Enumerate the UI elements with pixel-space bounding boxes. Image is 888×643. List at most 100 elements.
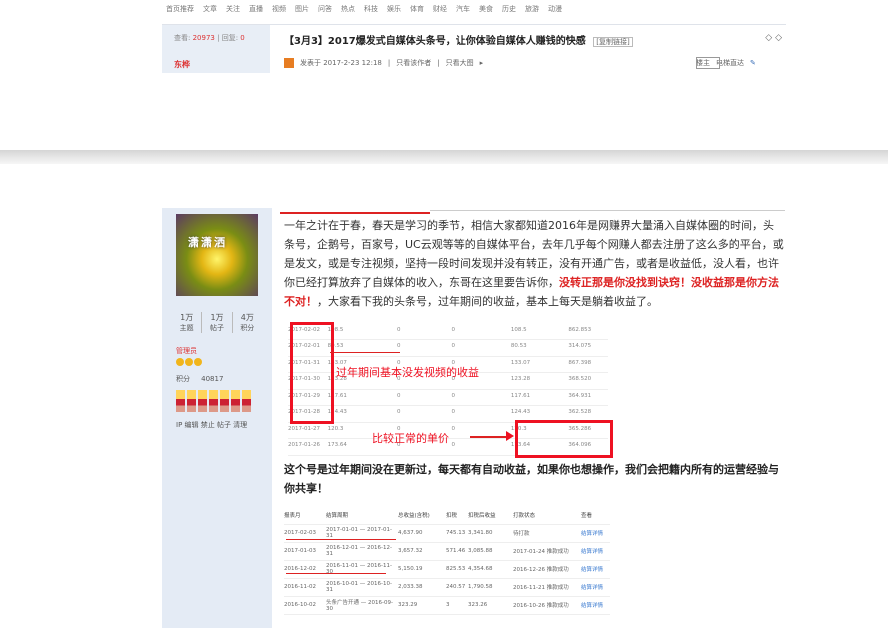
table-cell: 124.43 <box>510 409 531 415</box>
nav-item[interactable]: 科技 <box>364 4 378 18</box>
author-name[interactable]: 东桦 <box>174 59 190 70</box>
nav-item[interactable]: 关注 <box>226 4 240 18</box>
nav-item[interactable]: 历史 <box>502 4 516 18</box>
table-cell: 5,150.19 <box>398 566 423 572</box>
user-sidebar: 潇潇洒 1万 主题 1万 帖子 4万 积分 管理员 积分 40817 IP 编辑 禁止… <box>162 208 272 628</box>
table-cell: 1,790.58 <box>468 584 493 590</box>
table-cell: 364.931 <box>568 392 592 399</box>
table-cell: 2016-12-01 — 2016-12-31 <box>326 545 392 557</box>
table-row: 2016-12-02 2016-11-01 — 2016-11-30 5,150.1… <box>284 560 610 579</box>
table-cell: 2016-11-21 推款成功 <box>513 585 569 591</box>
thread-title: 【3月3】2017爆发式自媒体头条号，让你体验自媒体人赚钱的快感 [复制链接] <box>284 32 633 47</box>
only-author-link[interactable]: 只看该作者 <box>396 58 431 68</box>
prev-next-arrows-icon[interactable]: ◇ ◇ <box>765 33 782 43</box>
red-highlight-box <box>290 322 334 424</box>
table-cell: 323.29 <box>398 602 418 608</box>
user-group[interactable]: 管理员 <box>176 346 197 356</box>
table-cell: 368.520 <box>568 376 592 382</box>
table-cell: 0 <box>396 409 401 415</box>
table-cell: 3 <box>446 602 450 608</box>
table-cell: 133.07 <box>510 359 531 366</box>
views-count: 20973 <box>192 34 215 42</box>
table-cell: 4,354.68 <box>468 566 493 572</box>
avatar-text: 潇潇洒 <box>188 236 227 249</box>
table-cell: 0 <box>451 343 455 349</box>
table-cell: 571.46 <box>446 548 466 554</box>
table-row: 2016-11-02 2016-10-01 — 2016-10-31 2,033.3… <box>284 578 610 597</box>
nav-item[interactable]: 娱乐 <box>387 4 401 18</box>
table-cell: 314.075 <box>568 343 592 349</box>
nav-item[interactable]: 体育 <box>410 4 424 18</box>
details-link[interactable]: 结算详情 <box>581 529 609 537</box>
copy-link-button[interactable]: [复制链接] <box>593 37 633 47</box>
avatar[interactable]: 潇潇洒 <box>176 214 258 296</box>
table-cell: 扣税 <box>446 513 458 519</box>
table-cell: 124.43 <box>327 409 347 415</box>
table-cell: 2017-01-27 <box>288 425 320 432</box>
nav-item[interactable]: 直播 <box>249 4 263 18</box>
moderation-links[interactable]: IP 编辑 禁止 帖子 清理 <box>176 420 247 430</box>
pencil-icon[interactable]: ✎ <box>750 59 756 67</box>
table-cell: 0 <box>396 392 401 399</box>
underline-mark <box>286 539 396 540</box>
table-cell: 查看 <box>581 513 593 519</box>
table-row: 2017-02-03 2017-01-01 — 2017-01-31 4,637.9… <box>284 524 610 543</box>
nav-item[interactable]: 视频 <box>272 4 286 18</box>
details-link[interactable]: 结算详情 <box>581 583 609 591</box>
replies-label: 回复: <box>221 34 239 42</box>
table-header: 报表月 结算周期 总收益(含税) 扣税 扣税后收益 打款状态 查看 <box>284 506 610 525</box>
table-cell: 867.398 <box>568 359 592 366</box>
post-meta: 发表于 2017-2-23 12:18 | 只看该作者 | 只看大图 ▸ 楼主 … <box>284 57 756 69</box>
nav-item[interactable]: 图片 <box>295 4 309 18</box>
table-row: 2017-01-03 2016-12-01 — 2016-12-31 3,657.3… <box>284 542 610 561</box>
table-cell: 打款状态 <box>513 513 536 519</box>
underline-mark <box>280 212 430 214</box>
thread-title-text: 【3月3】2017爆发式自媒体头条号，让你体验自媒体人赚钱的快感 <box>284 36 586 47</box>
details-link[interactable]: 结算详情 <box>581 601 609 609</box>
goto-floor-input[interactable] <box>696 57 720 69</box>
annotation-arrow <box>470 436 510 438</box>
table-cell: 0 <box>451 442 455 448</box>
nav-item[interactable]: 美食 <box>479 4 493 18</box>
annotation-normal-price: 比较正常的单价 <box>372 432 449 445</box>
table-cell: 80.53 <box>510 343 527 349</box>
table-cell: 362.528 <box>568 409 592 415</box>
table-cell: 0 <box>396 326 401 333</box>
nav-item[interactable]: 财经 <box>433 4 447 18</box>
nav-item[interactable]: 汽车 <box>456 4 470 18</box>
table-cell: 0 <box>451 409 455 415</box>
table-cell: 117.61 <box>327 392 347 399</box>
separator: | <box>387 59 391 67</box>
table-cell: 3,657.32 <box>398 548 423 554</box>
nav-item[interactable]: 首页推荐 <box>166 4 194 18</box>
table-row: 2016-10-02 头条广告开通 — 2016-09-30 323.29 3 323.… <box>284 596 610 615</box>
nav-item[interactable]: 热点 <box>341 4 355 18</box>
posts-count[interactable]: 1万 帖子 <box>202 312 233 333</box>
goto-floor-label: 电梯直达 <box>716 59 744 67</box>
table-cell: 2016-10-02 <box>284 602 316 608</box>
post-header-bar: 查看: 20973 | 回复: 0 东桦 【3月3】2017爆发式自媒体头条号，… <box>162 24 786 75</box>
floor-controls: 楼主 电梯直达 ✎ <box>696 57 756 69</box>
table-cell: 240.57 <box>446 584 466 590</box>
table-cell: 头条广告开通 — 2016-09-30 <box>326 600 393 612</box>
nav-item[interactable]: 问答 <box>318 4 332 18</box>
nav-item[interactable]: 旅游 <box>525 4 539 18</box>
content-top-rule <box>430 210 785 211</box>
post-stats: 查看: 20973 | 回复: 0 <box>174 33 245 43</box>
nav-item[interactable]: 动漫 <box>548 4 562 18</box>
caret-right-icon: ▸ <box>479 59 484 67</box>
table-cell: 2017-02-03 <box>284 530 316 536</box>
table-cell: 2017-01-03 <box>284 548 316 554</box>
table-cell: 862.853 <box>568 326 592 333</box>
table-cell: 0 <box>451 326 455 333</box>
topics-count[interactable]: 1万 主题 <box>172 312 203 333</box>
score-count[interactable]: 4万 积分 <box>233 312 262 333</box>
nav-item[interactable]: 文章 <box>203 4 217 18</box>
table-cell: 123.28 <box>510 376 531 382</box>
post-time: 发表于 2017-2-23 12:18 <box>300 59 382 67</box>
table-cell: 0 <box>451 392 455 399</box>
only-large-image-link[interactable]: 只看大图 <box>446 58 474 68</box>
separator: | <box>437 59 440 67</box>
details-link[interactable]: 结算详情 <box>581 547 609 555</box>
details-link[interactable]: 结算详情 <box>581 565 609 573</box>
